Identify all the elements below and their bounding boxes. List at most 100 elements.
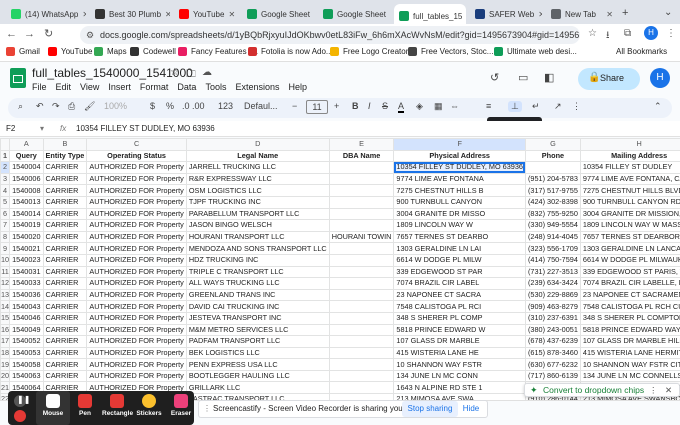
menu-item-view[interactable]: View — [80, 82, 99, 92]
mouse-tool-icon[interactable] — [46, 394, 60, 408]
menu-item-extensions[interactable]: Extensions — [235, 82, 279, 92]
row-number[interactable]: 15 — [0, 311, 11, 325]
close-tab-icon[interactable]: ✕ — [386, 10, 391, 19]
row-number[interactable]: 4 — [0, 184, 11, 197]
stop-sharing-button[interactable]: Stop sharing — [402, 401, 458, 417]
row-number[interactable]: 1 — [0, 149, 11, 163]
rectangle-tool-icon[interactable] — [110, 394, 124, 408]
cell[interactable]: 107 GLASS DR MARBLE — [393, 335, 526, 348]
cell[interactable]: 1540052 — [9, 335, 44, 348]
star-icon[interactable]: ☆ — [588, 28, 597, 39]
row-number[interactable]: 7 — [0, 219, 11, 232]
column-header[interactable]: G — [524, 138, 581, 151]
bookmark-item[interactable]: Codewell — [130, 47, 176, 56]
extensions-icon[interactable]: ⧉ — [624, 28, 631, 39]
undo-icon[interactable]: ↶ — [36, 101, 44, 112]
cell[interactable]: CARRIER — [42, 323, 88, 337]
cell[interactable] — [328, 207, 395, 221]
column-header[interactable]: H — [579, 138, 680, 151]
cell[interactable]: (414) 750-7594 — [524, 253, 581, 267]
cell[interactable]: CARRIER — [42, 311, 88, 325]
convert-to-chips-banner[interactable]: ✦ Convert to dropdown chips ⋮ ✕ — [524, 383, 680, 397]
row-number[interactable]: 18 — [0, 346, 11, 360]
vertical-align-icon[interactable]: ⊥ — [508, 101, 522, 112]
menu-item-insert[interactable]: Insert — [108, 82, 131, 92]
italic-icon[interactable]: I — [368, 101, 371, 111]
cell[interactable]: AUTHORIZED FOR Property — [86, 195, 187, 209]
cell[interactable]: (248) 914-4045 — [524, 230, 581, 244]
cell[interactable]: (615) 878-3460 — [524, 346, 581, 360]
cell[interactable]: AUTHORIZED FOR Property — [86, 311, 187, 325]
row-number[interactable]: 14 — [0, 300, 11, 313]
cell[interactable]: 9774 LIME AVE FONTANA — [393, 172, 526, 186]
column-header[interactable]: D — [185, 138, 330, 151]
cell[interactable]: AUTHORIZED FOR Property — [86, 277, 187, 290]
select-all-corner[interactable] — [0, 138, 11, 151]
browser-tab[interactable]: YouTube ✕ — [174, 4, 238, 24]
close-tab-icon[interactable]: ✕ — [224, 10, 235, 19]
cell[interactable]: AUTHORIZED FOR Property — [86, 161, 187, 174]
cell[interactable]: 5818 PRINCE EDWARD W — [393, 323, 526, 337]
cell[interactable]: CARRIER — [42, 184, 88, 197]
cell[interactable]: (832) 755-9250 — [524, 207, 581, 221]
cell[interactable]: 1540031 — [9, 265, 44, 279]
forward-icon[interactable]: → — [24, 28, 35, 40]
cell[interactable]: 1540063 — [9, 369, 44, 383]
recorder-tool-label[interactable]: Mouse — [38, 410, 68, 417]
menu-item-format[interactable]: Format — [140, 82, 169, 92]
recorder-tool-label[interactable]: Pen — [70, 410, 100, 417]
menu-item-data[interactable]: Data — [177, 82, 196, 92]
pause-button[interactable]: ❚❚ — [14, 395, 30, 407]
cell[interactable]: AUTHORIZED FOR Property — [86, 300, 187, 313]
close-tab-icon[interactable]: ✕ — [534, 10, 542, 19]
borders-icon[interactable]: ▦ — [434, 101, 443, 112]
row-number[interactable]: 5 — [0, 195, 11, 209]
cell[interactable]: HDZ TRUCKING INC — [185, 253, 330, 267]
row-number[interactable]: 2 — [0, 161, 11, 174]
cell[interactable]: 7275 CHESTNUT HILLS BLVD — [579, 184, 680, 197]
cell[interactable]: AUTHORIZED FOR Property — [86, 172, 187, 186]
column-header[interactable]: C — [86, 138, 187, 151]
bookmark-item[interactable]: Ultimate web desi... — [494, 47, 577, 56]
name-box-dropdown-icon[interactable]: ▾ — [40, 124, 44, 133]
cell[interactable]: JESTEVA TRANSPORT INC — [185, 311, 330, 325]
doc-title[interactable]: full_tables_1540000_1541000 — [32, 66, 193, 80]
cell[interactable]: 348 S SHERER PL COMPTON, C — [579, 311, 680, 325]
cell[interactable] — [328, 219, 395, 232]
cell[interactable]: HOURANI TRANSPORT LLC — [185, 230, 330, 244]
cell[interactable] — [328, 184, 395, 197]
drag-handle-icon[interactable]: ⋮ — [203, 401, 211, 417]
number-format-button[interactable]: 123 — [218, 101, 233, 111]
cell[interactable]: CARRIER — [42, 335, 88, 348]
cell[interactable]: 7074 BRAZIL CIR LABEL — [393, 277, 526, 290]
percent-button[interactable]: % — [166, 101, 174, 111]
cell[interactable]: AUTHORIZED FOR Property — [86, 288, 187, 302]
decimal-buttons[interactable]: .0 .00 — [182, 101, 205, 111]
bookmark-item[interactable]: Fotolia is now Ado... — [248, 47, 333, 56]
profile-avatar[interactable]: H — [644, 26, 658, 40]
cell[interactable]: (630) 677-6232 — [524, 358, 581, 371]
cell[interactable]: GRILLARK LLC — [185, 381, 330, 395]
download-icon[interactable]: ⭳ — [606, 28, 610, 45]
cell[interactable]: 1540020 — [9, 230, 44, 244]
cell[interactable]: Entity Type — [42, 149, 88, 163]
cell[interactable]: 1540058 — [9, 358, 44, 371]
cell[interactable]: CARRIER — [42, 207, 88, 221]
close-tab-icon[interactable]: ✕ — [161, 10, 170, 19]
cell[interactable]: BEK LOGISTICS LLC — [185, 346, 330, 360]
cell[interactable]: (380) 243-0051 — [524, 323, 581, 337]
cell[interactable]: (330) 949-5554 — [524, 219, 581, 232]
cell[interactable] — [328, 311, 395, 325]
row-number[interactable]: 16 — [0, 323, 11, 337]
cell[interactable]: CARRIER — [42, 253, 88, 267]
cell[interactable]: (317) 517-9755 — [524, 184, 581, 197]
cell[interactable] — [328, 253, 395, 267]
row-number[interactable]: 19 — [0, 358, 11, 371]
cell[interactable]: (717) 860-6139 — [524, 369, 581, 383]
account-avatar[interactable]: H — [650, 68, 670, 88]
cell[interactable]: 6614 W DODGE PL MILW — [393, 253, 526, 267]
cell[interactable]: 134 JUNE LN MC CONNELLSBU — [579, 369, 680, 383]
cell[interactable]: JARRELL TRUCKING LLC — [185, 161, 330, 174]
cell[interactable]: Operating Status — [86, 149, 187, 163]
cell[interactable]: CARRIER — [42, 369, 88, 383]
